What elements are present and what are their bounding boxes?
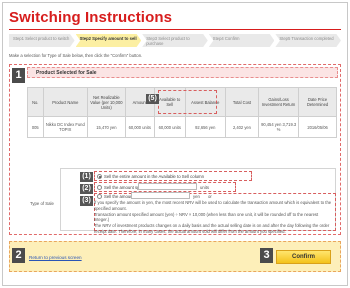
callout-badge-opt3: (3): [80, 196, 93, 206]
option-sell-entire[interactable]: Sell the entire amount in the Available …: [97, 174, 204, 179]
cell-gains-loss: 90,454 yen 3,719.3 %: [258, 116, 300, 138]
yen-unit-label: yen: [193, 194, 200, 199]
confirm-button[interactable]: Confirm: [276, 250, 331, 264]
cell-available: 60,000 units: [153, 116, 186, 138]
table-row: 005 Nikko DC Index Fund TOPIX 15,470 yen…: [27, 116, 337, 138]
radio-sell-units[interactable]: [97, 185, 102, 190]
callout-badge-2: 2: [12, 248, 25, 263]
callout-outline-5: [158, 90, 217, 114]
col-nrv: Net Realizable Value (per 10,000 Units): [87, 87, 126, 117]
title-divider: [9, 29, 341, 30]
callout-badge-opt2: (2): [80, 184, 93, 194]
option-sell-entire-label: Sell the entire amount in the Available …: [104, 174, 205, 179]
callout-badge-3: 3: [260, 248, 273, 263]
cell-asset-balance: 92,656 yen: [184, 116, 226, 138]
cell-no: 005: [27, 116, 44, 138]
callout-badge-opt1: (1): [80, 172, 93, 182]
cell-product-name: Nikko DC Index Fund TOPIX: [42, 116, 89, 138]
radio-sell-entire[interactable]: [97, 174, 102, 179]
col-product-name: Product Name: [42, 87, 89, 117]
yen-unit-or: or: [208, 194, 212, 199]
callout-badge-5: (5): [146, 94, 159, 104]
col-date: Date Price Determined: [298, 87, 337, 117]
col-total-cost: Total Cost: [224, 87, 260, 117]
yen-explanation: If you specify the amount in yen, the mo…: [94, 200, 332, 235]
step-1: Step1 Select product to switch: [9, 34, 75, 47]
step-3: Step3 Select product to purchase: [142, 34, 208, 47]
page-title: Switching Instructions: [9, 9, 173, 26]
units-amount-input[interactable]: [138, 183, 197, 190]
return-previous-link[interactable]: Return to previous screen: [29, 255, 82, 260]
cell-nrv: 15,470 yen: [87, 116, 126, 138]
callout-badge-1: 1: [12, 68, 25, 83]
col-no: No.: [27, 87, 44, 117]
type-of-sale-label: Type of Sale: [30, 201, 54, 206]
cell-amount: 60,000 units: [124, 116, 155, 138]
col-gains-loss: Gains/Loss Investment Return: [258, 87, 300, 117]
cell-date: 2016/05/06: [298, 116, 337, 138]
step-4: Step4 Confirm: [208, 34, 275, 47]
step-progress: Step1 Select product to switch Step2 Spe…: [9, 34, 341, 47]
yen-amount-input[interactable]: [131, 192, 190, 199]
step-2-current: Step2 Specify amount to sell: [75, 34, 142, 47]
section-header: Product Selected for Sale: [27, 67, 338, 78]
step-5: Step5 Transaction completed: [275, 34, 341, 47]
yen-explanation-1: If you specify the amount in yen, the mo…: [94, 200, 332, 211]
radio-sell-yen[interactable]: [97, 194, 102, 199]
instruction-text: Make a selection for Type of Sale below,…: [9, 53, 143, 58]
yen-explanation-3: The NRV of investment products changes o…: [94, 223, 330, 234]
cell-total-cost: 2,402 yen: [224, 116, 260, 138]
yen-explanation-2: Transaction amount specified amount (yen…: [94, 211, 319, 223]
units-unit-label: units: [200, 185, 210, 190]
